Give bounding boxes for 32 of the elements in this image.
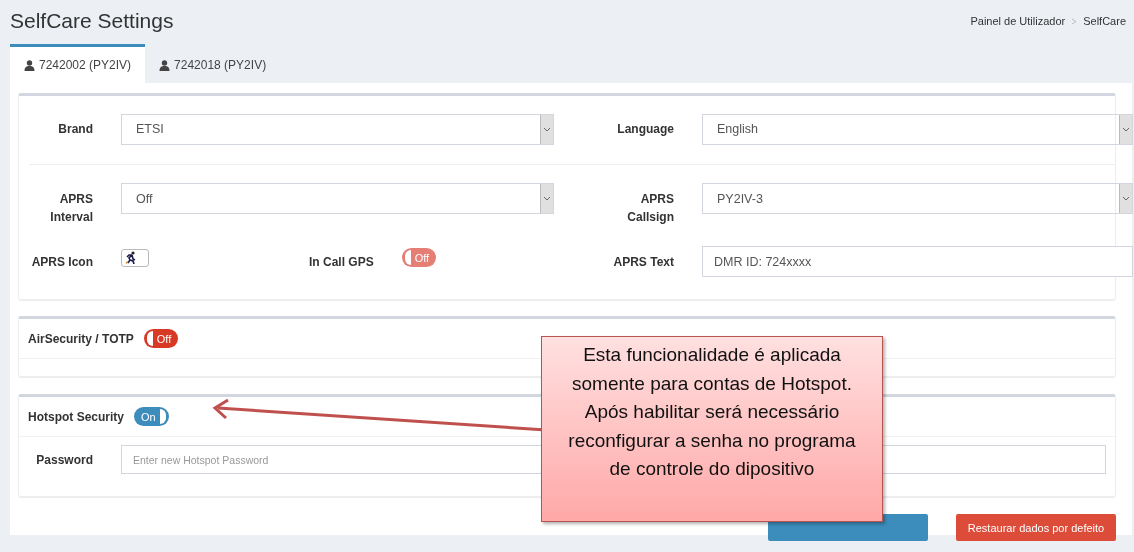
runner-icon (125, 251, 137, 264)
dropdown[interactable]: PY2IV-3 (702, 183, 1133, 214)
breadcrumb-link[interactable]: SelfCare (1083, 15, 1126, 27)
text-field[interactable]: DMR ID: 724xxxx (702, 246, 1133, 277)
field-label: In Call GPS (309, 254, 374, 269)
dropdown[interactable]: Off (121, 183, 554, 214)
caret-icon (540, 114, 553, 144)
field-label: Language (616, 122, 674, 136)
field-label: APRS Callsign (626, 191, 674, 226)
note-tooltip: Esta funcionalidade é aplicada somente para contas de Hotspot. Após habilitar será necessário reconfigurar a senha no programa de controle do dipositivo (541, 336, 883, 522)
section-label: AirSecurity / TOTP (28, 331, 134, 346)
field-label: APRS Interval (49, 191, 93, 226)
dropdown[interactable]: English (702, 113, 1133, 145)
caret-icon (1119, 114, 1132, 144)
section-label: Hotspot Security (28, 409, 124, 424)
icon-picker[interactable] (121, 248, 149, 267)
restore-defaults-button[interactable]: Restaurar dados por defeito (956, 514, 1116, 541)
field-label: Password (35, 452, 93, 467)
page-title: SelfCare Settings (10, 9, 174, 33)
toggle-switch[interactable]: On (134, 407, 169, 426)
field-label: APRS Icon (30, 254, 93, 269)
dropdown[interactable]: ETSI (121, 113, 554, 145)
toggle-switch[interactable]: Off (143, 329, 179, 348)
account-tab[interactable]: 7242018 (PY2IV) (145, 44, 281, 83)
caret-icon (1119, 184, 1132, 213)
field-label: APRS Text (612, 254, 674, 269)
caret-icon (540, 184, 553, 213)
user-icon (159, 59, 171, 71)
breadcrumb-link[interactable]: Painel de Utilizador (970, 15, 1066, 27)
user-icon (24, 59, 35, 71)
field-label: Brand (57, 122, 93, 136)
account-tab[interactable]: 7242002 (PY2IV) (10, 44, 146, 83)
